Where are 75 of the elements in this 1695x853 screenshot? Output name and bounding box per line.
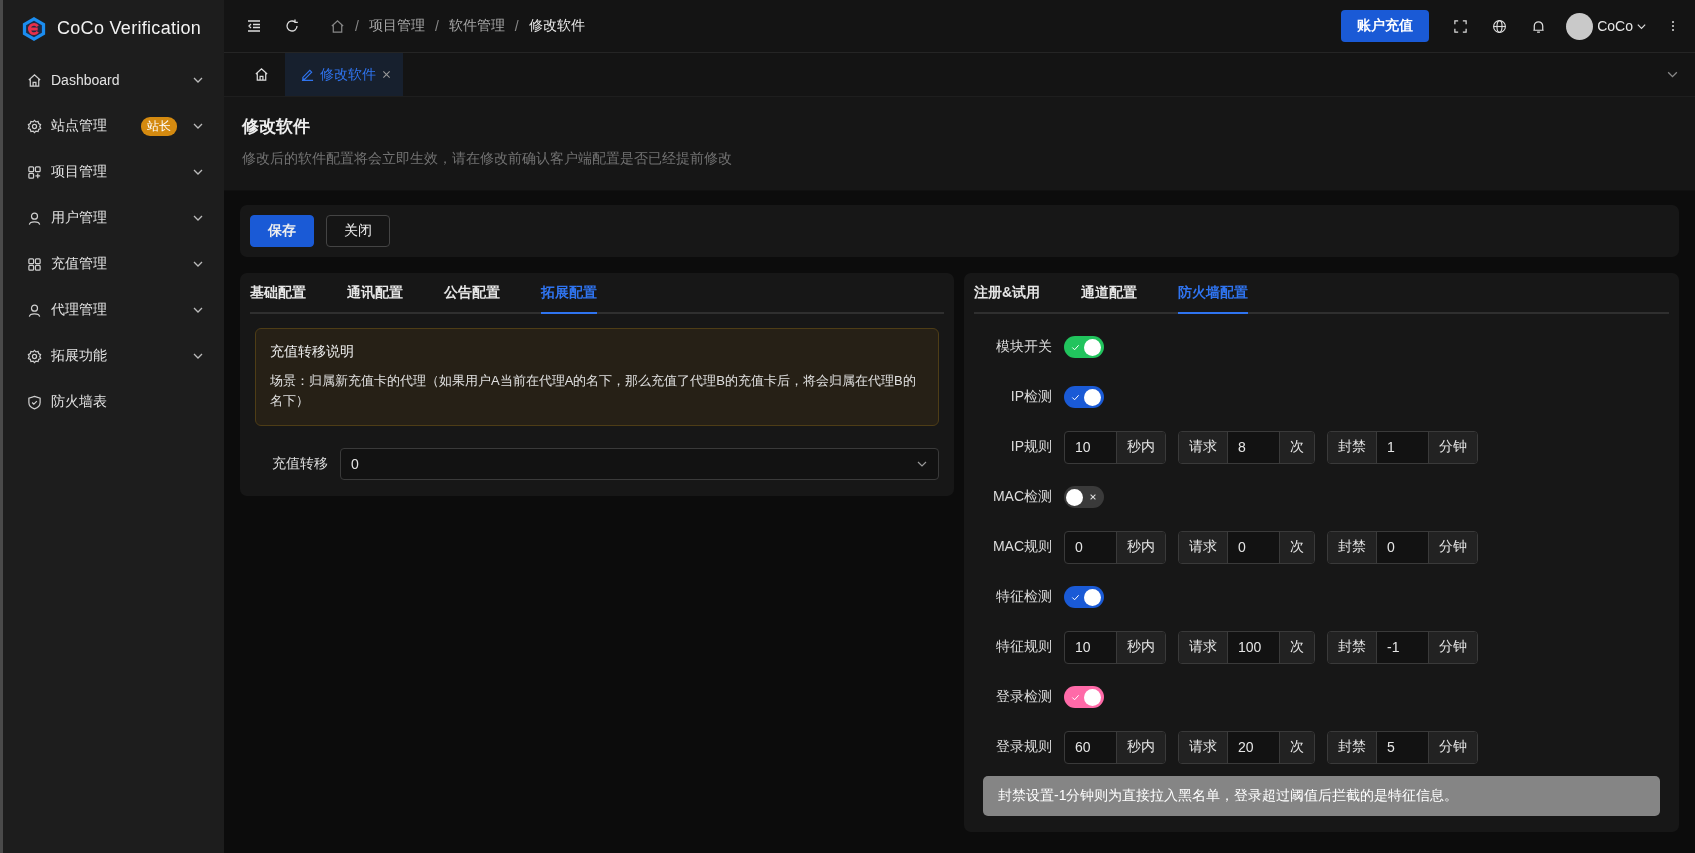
sidebar-item[interactable]: 拓展功能	[3, 333, 224, 379]
breadcrumb-separator: /	[514, 18, 519, 34]
refresh-icon[interactable]	[284, 18, 300, 34]
toggle-switch[interactable]	[1064, 586, 1104, 608]
sidebar-item[interactable]: 代理管理	[3, 287, 224, 333]
field-label: IP检测	[1009, 388, 1052, 406]
gear-icon	[27, 118, 42, 134]
globe-icon[interactable]	[1492, 18, 1508, 34]
field-label: 特征规则	[995, 638, 1052, 656]
recharge-button[interactable]: 账户充值	[1341, 10, 1430, 42]
notice-text: 场景：归属新充值卡的代理（如果用户A当前在代理A的名下，那么充值了代理B的充值卡后，将会归属在代理B的名下）	[270, 372, 917, 410]
check-icon	[1071, 692, 1080, 702]
grid-icon	[27, 256, 42, 272]
page-title: 修改软件	[242, 116, 311, 138]
config-tab[interactable]: 公告配置	[444, 273, 500, 314]
toggle-switch[interactable]	[1064, 686, 1104, 708]
notice-title: 充值转移说明	[270, 343, 355, 361]
field-label: 充值转移	[272, 455, 328, 473]
more-icon[interactable]	[1671, 20, 1675, 32]
avatar[interactable]	[1566, 12, 1594, 40]
sidebar-item[interactable]: 充值管理	[3, 241, 224, 287]
bell-icon[interactable]	[1531, 18, 1547, 34]
field-label: 特征检测	[995, 588, 1052, 606]
page-tab-label: 修改软件	[320, 65, 376, 84]
info-note: 封禁设置-1分钟则为直接拉入黑名单，登录超过阈值后拦截的是特征信息。	[983, 776, 1660, 816]
check-icon	[1071, 592, 1080, 602]
close-icon[interactable]	[382, 70, 391, 79]
breadcrumb-separator: /	[434, 18, 439, 34]
config-tab[interactable]: 通道配置	[1081, 273, 1138, 314]
pencil-icon	[301, 68, 314, 81]
hexagon-logo-icon	[21, 15, 47, 42]
config-tab[interactable]: 拓展配置	[541, 273, 597, 314]
breadcrumb-item[interactable]: 项目管理	[368, 17, 425, 35]
sidebar-item[interactable]: 防火墙表	[3, 379, 224, 425]
select-field[interactable]: 0	[340, 448, 939, 480]
app-name: CoCo Verification	[57, 18, 202, 39]
menu-collapse-icon[interactable]	[246, 18, 262, 34]
close-button[interactable]: 关闭	[326, 215, 390, 247]
check-icon	[1071, 392, 1080, 402]
home-icon	[27, 72, 42, 88]
page-tab[interactable]: 修改软件	[285, 53, 403, 96]
field-label: 模块开关	[995, 338, 1052, 356]
field-label: IP规则	[1009, 438, 1052, 456]
user-icon	[27, 210, 42, 226]
grid-icon	[27, 164, 42, 180]
breadcrumb-item[interactable]: 软件管理	[448, 17, 505, 35]
check-icon	[1071, 342, 1080, 352]
x-icon	[1089, 493, 1097, 501]
user-icon	[27, 302, 42, 318]
fullscreen-icon[interactable]	[1453, 18, 1469, 34]
sidebar-item[interactable]: 站点管理 站长	[3, 103, 224, 149]
role-badge: 站长	[141, 116, 177, 136]
sidebar-item[interactable]: Dashboard	[3, 57, 224, 103]
breadcrumb-item: 修改软件	[528, 17, 585, 35]
breadcrumb-separator: /	[355, 18, 359, 34]
save-button[interactable]: 保存	[250, 215, 314, 247]
toggle-switch[interactable]	[1064, 486, 1104, 508]
field-label: 登录检测	[995, 688, 1052, 706]
home-icon	[254, 67, 269, 82]
page-description: 修改后的软件配置将会立即生效，请在修改前确认客户端配置是否已经提前修改	[242, 150, 733, 168]
shield-icon	[27, 394, 42, 410]
config-tab[interactable]: 通讯配置	[347, 273, 403, 314]
home-icon[interactable]	[330, 18, 345, 34]
field-label: 登录规则	[995, 738, 1052, 756]
sidebar-item[interactable]: 项目管理	[3, 149, 224, 195]
sidebar-item[interactable]: 用户管理	[3, 195, 224, 241]
toggle-switch[interactable]	[1064, 336, 1104, 358]
field-label: MAC规则	[991, 538, 1052, 556]
toggle-switch[interactable]	[1064, 386, 1104, 408]
field-label: MAC检测	[991, 488, 1052, 506]
config-tab[interactable]: 注册&试用	[974, 273, 1041, 314]
config-tab[interactable]: 基础配置	[250, 273, 306, 314]
config-tab[interactable]: 防火墙配置	[1178, 273, 1249, 314]
gear-icon	[27, 348, 42, 364]
user-menu[interactable]: CoCo	[1597, 18, 1633, 34]
